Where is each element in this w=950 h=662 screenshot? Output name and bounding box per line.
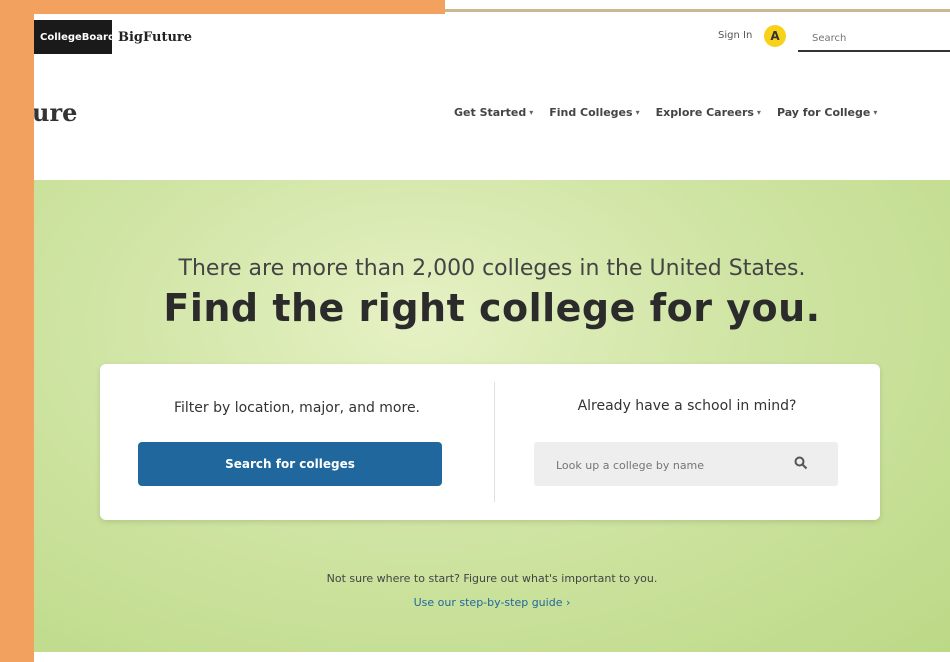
nav-menu: Get Started ▾ Find Colleges ▾ Explore Ca… bbox=[454, 106, 877, 119]
search-icon[interactable] bbox=[794, 456, 808, 474]
guide-link-label: Use our step-by-step guide bbox=[413, 596, 563, 609]
decorative-frame-top bbox=[0, 0, 445, 14]
main-nav: ure Get Started ▾ Find Colleges ▾ Explor… bbox=[34, 58, 950, 180]
utility-bar: CollegeBoard BigFuture Sign In A bbox=[34, 14, 950, 59]
college-lookup-input[interactable] bbox=[554, 454, 778, 476]
nav-item-explore-careers[interactable]: Explore Careers ▾ bbox=[656, 106, 761, 119]
nav-item-get-started[interactable]: Get Started ▾ bbox=[454, 106, 533, 119]
site-brand[interactable]: ure bbox=[34, 98, 77, 127]
chevron-right-icon: › bbox=[565, 596, 571, 609]
nav-item-find-colleges[interactable]: Find Colleges ▾ bbox=[549, 106, 639, 119]
decorative-frame-left bbox=[0, 0, 34, 662]
hero-title: Find the right college for you. bbox=[163, 286, 821, 330]
lookup-prompt: Already have a school in mind? bbox=[577, 398, 797, 414]
avatar[interactable]: A bbox=[764, 25, 786, 47]
nav-item-label: Get Started bbox=[454, 106, 527, 119]
bigfuture-logo[interactable]: BigFuture bbox=[118, 30, 192, 45]
chevron-down-icon: ▾ bbox=[873, 108, 878, 117]
sign-in-link[interactable]: Sign In bbox=[718, 30, 752, 41]
college-lookup-box bbox=[534, 442, 838, 486]
nav-item-label: Explore Careers bbox=[655, 106, 754, 119]
guide-prompt-text: Not sure where to start? Figure out what… bbox=[326, 572, 658, 585]
search-colleges-button[interactable]: Search for colleges bbox=[138, 442, 442, 486]
filter-prompt: Filter by location, major, and more. bbox=[173, 400, 421, 416]
nav-item-label: Pay for College bbox=[776, 106, 871, 119]
nav-item-pay-for-college[interactable]: Pay for College ▾ bbox=[777, 106, 877, 119]
search-box bbox=[798, 24, 950, 52]
chevron-down-icon: ▾ bbox=[529, 108, 534, 117]
nav-item-label: Find Colleges bbox=[549, 106, 633, 119]
search-input[interactable] bbox=[810, 28, 950, 48]
hero-subtitle: There are more than 2,000 colleges in th… bbox=[178, 256, 806, 281]
step-by-step-guide-link[interactable]: Use our step-by-step guide › bbox=[34, 596, 950, 609]
college-search-card: Filter by location, major, and more. Sea… bbox=[100, 364, 880, 520]
chevron-down-icon: ▾ bbox=[635, 108, 640, 117]
chevron-down-icon: ▾ bbox=[756, 108, 761, 117]
page: CollegeBoard BigFuture Sign In A ure Get… bbox=[34, 14, 950, 662]
collegeboard-logo[interactable]: CollegeBoard bbox=[34, 20, 115, 54]
decorative-frame-top-right bbox=[445, 0, 950, 14]
hero-section: There are more than 2,000 colleges in th… bbox=[34, 180, 950, 652]
